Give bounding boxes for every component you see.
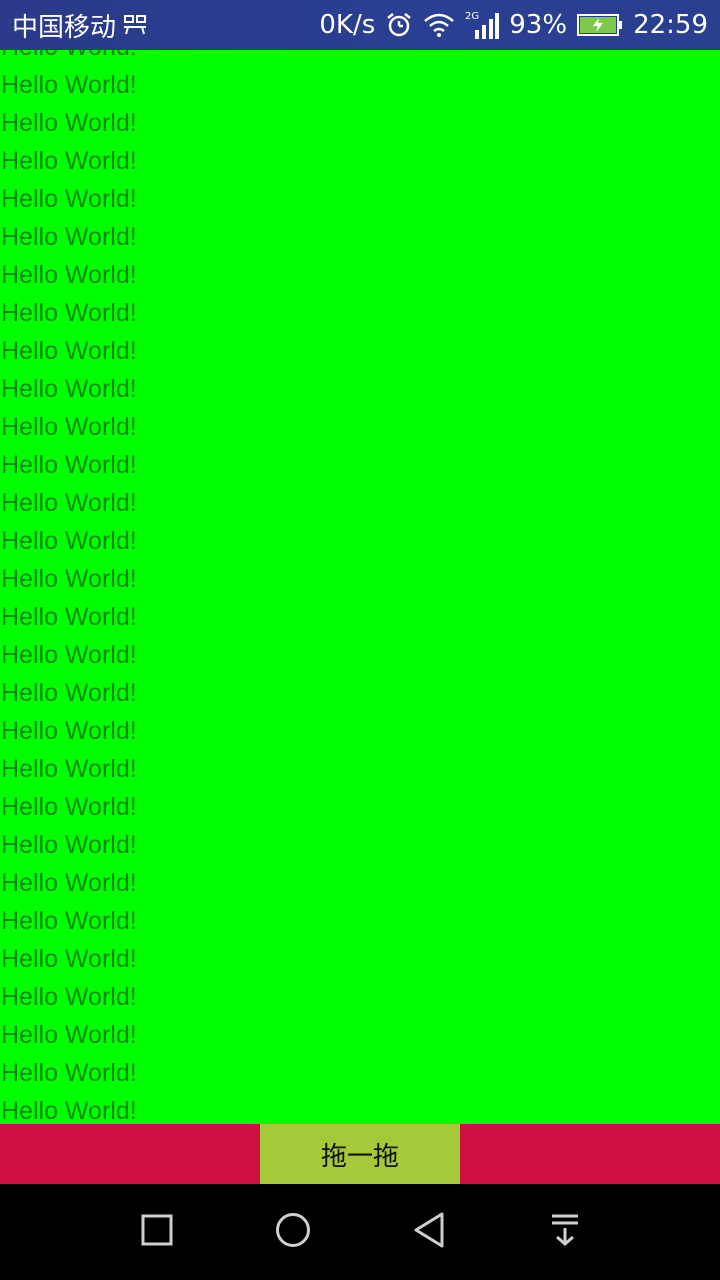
status-bar: 中国移动 0K/s 2G 93% 22:59	[0, 0, 720, 50]
list-item: Hello World!	[0, 50, 720, 66]
status-right: 0K/s 2G 93% 22:59	[319, 10, 708, 40]
nav-bar	[0, 1184, 720, 1280]
list-item: Hello World!	[1, 147, 137, 175]
list-item: Hello World!	[1, 831, 137, 859]
list-item: Hello World!	[1, 337, 137, 365]
home-button[interactable]	[273, 1212, 313, 1252]
scroll-content[interactable]: Hello World! Hello World! Hello World! Hell…	[0, 50, 720, 1124]
list-item: Hello World!	[1, 413, 137, 441]
net-speed: 0K/s	[319, 10, 376, 40]
phone-screen: 中国移动 0K/s 2G 93% 22:59 Hello World! Hell…	[0, 0, 720, 1280]
recents-icon	[140, 1213, 174, 1251]
list-item: Hello World!	[1, 223, 137, 251]
list-item: Hello World!	[1, 907, 137, 935]
list-item: Hello World!	[1, 375, 137, 403]
text-list: Hello World! Hello World! Hello World! Hell…	[0, 50, 720, 1124]
notification-pull-button[interactable]	[545, 1212, 585, 1252]
list-item: Hello World!	[1, 1097, 137, 1124]
status-left: 中国移动	[12, 7, 148, 44]
network-type-label: 2G	[465, 11, 479, 22]
home-icon	[274, 1211, 312, 1253]
list-item: Hello World!	[1, 185, 137, 213]
list-item: Hello World!	[1, 717, 137, 745]
alarm-icon	[385, 11, 413, 39]
list-item: Hello World!	[1, 489, 137, 517]
battery-charging-icon	[577, 13, 623, 37]
clock: 22:59	[633, 10, 708, 40]
list-item: Hello World!	[1, 945, 137, 973]
list-item: Hello World!	[1, 71, 137, 99]
list-item: Hello World!	[1, 1059, 137, 1087]
back-button[interactable]	[409, 1212, 449, 1252]
list-item: Hello World!	[1, 299, 137, 327]
battery-percent: 93%	[509, 10, 568, 40]
list-item: Hello World!	[1, 603, 137, 631]
list-item: Hello World!	[1, 527, 137, 555]
list-item: Hello World!	[1, 1021, 137, 1049]
list-item: Hello World!	[1, 261, 137, 289]
carrier-name: 中国移动	[12, 12, 117, 43]
recents-button[interactable]	[137, 1212, 177, 1252]
list-item: Hello World!	[1, 679, 137, 707]
signal-icon: 2G	[465, 10, 500, 40]
wifi-icon	[423, 12, 455, 38]
usb-icon	[122, 13, 148, 37]
list-item: Hello World!	[1, 451, 137, 479]
list-item: Hello World!	[1, 109, 137, 137]
list-item: Hello World!	[1, 565, 137, 593]
drag-button[interactable]: 拖一拖	[260, 1124, 460, 1184]
back-icon	[411, 1211, 447, 1253]
list-item: Hello World!	[1, 755, 137, 783]
list-item: Hello World!	[1, 983, 137, 1011]
list-item: Hello World!	[1, 869, 137, 897]
list-item: Hello World!	[1, 641, 137, 669]
list-item: Hello World!	[1, 793, 137, 821]
notification-pull-icon	[548, 1212, 582, 1252]
drag-bar: 拖一拖	[0, 1124, 720, 1184]
